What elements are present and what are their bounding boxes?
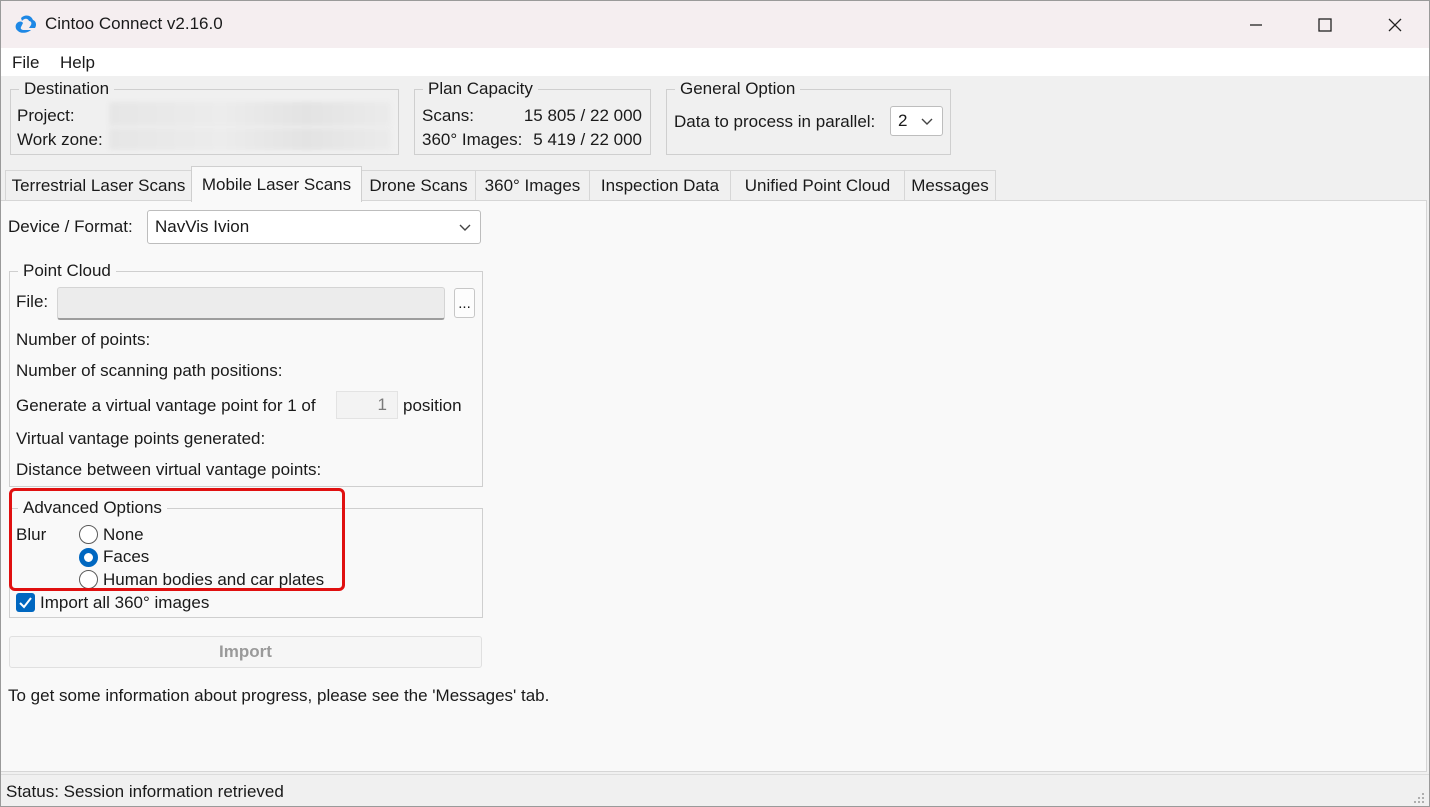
- tab-label: 360° Images: [484, 176, 581, 195]
- generate-prefix-label: Generate a virtual vantage point for 1 o…: [16, 396, 316, 415]
- vantage-step-input[interactable]: 1: [336, 391, 398, 419]
- num-positions-label: Number of scanning path positions:: [16, 361, 283, 380]
- scans-label: Scans:: [422, 106, 474, 125]
- maximize-icon: [1318, 17, 1332, 32]
- device-format-label: Device / Format:: [8, 217, 133, 236]
- tab-360-images[interactable]: 360° Images: [475, 170, 590, 201]
- tab-label: Drone Scans: [369, 176, 468, 195]
- minimize-icon: [1250, 23, 1262, 26]
- generated-label: Virtual vantage points generated:: [16, 429, 266, 448]
- window-title: Cintoo Connect v2.16.0: [45, 14, 223, 33]
- general-option-title: General Option: [675, 79, 801, 99]
- close-button[interactable]: [1360, 1, 1429, 48]
- point-cloud-group: Point Cloud File: ... Number of points: …: [9, 261, 483, 487]
- point-cloud-title: Point Cloud: [18, 261, 116, 281]
- resize-grip-icon[interactable]: [1413, 792, 1425, 804]
- tab-label: Mobile Laser Scans: [201, 174, 352, 194]
- parallel-value: 2: [898, 111, 908, 130]
- progress-info-text: To get some information about progress, …: [8, 686, 550, 705]
- tab-drone-scans[interactable]: Drone Scans: [361, 170, 476, 201]
- plan-capacity-group: Plan Capacity Scans: 15 805 / 22 000 360…: [414, 79, 651, 155]
- browse-button[interactable]: ...: [454, 288, 475, 318]
- checkmark-icon: [19, 597, 32, 609]
- mobile-laser-scans-panel: Device / Format: NavVis Ivion Point Clou…: [1, 200, 1427, 772]
- maximize-button[interactable]: [1290, 1, 1360, 48]
- chevron-down-icon: [459, 224, 471, 231]
- tab-label: Inspection Data: [600, 176, 720, 195]
- status-text: Status: Session information retrieved: [6, 782, 284, 801]
- title-bar: Cintoo Connect v2.16.0: [1, 1, 1429, 48]
- project-value-redacted: [109, 102, 391, 126]
- destination-title: Destination: [19, 79, 115, 99]
- file-label: File:: [16, 292, 49, 311]
- images-label: 360° Images:: [422, 130, 523, 149]
- num-points-label: Number of points:: [16, 330, 151, 349]
- menu-help[interactable]: Help: [60, 53, 95, 73]
- minimize-button[interactable]: [1221, 1, 1291, 48]
- tab-unified-point-cloud[interactable]: Unified Point Cloud: [730, 170, 905, 201]
- app-window: Cintoo Connect v2.16.0 File Help Destina…: [0, 0, 1430, 807]
- device-format-value: NavVis Ivion: [155, 217, 250, 236]
- highlight-annotation: [9, 488, 345, 591]
- generate-suffix-label: position: [403, 396, 462, 415]
- import-button[interactable]: Import: [9, 636, 482, 668]
- tab-label: Messages: [911, 176, 989, 195]
- general-option-group: General Option Data to process in parall…: [666, 79, 951, 155]
- cintoo-logo-icon: [15, 15, 37, 33]
- parallel-select[interactable]: 2: [890, 106, 943, 136]
- close-icon: [1388, 18, 1402, 31]
- distance-label: Distance between virtual vantage points:: [16, 460, 322, 479]
- menu-bar: File Help: [1, 48, 1429, 76]
- file-path-input[interactable]: [57, 287, 445, 320]
- tab-inspection-data[interactable]: Inspection Data: [589, 170, 731, 201]
- import-all-360-checkbox[interactable]: [16, 593, 35, 612]
- status-bar: Status: Session information retrieved: [1, 774, 1429, 806]
- tab-messages[interactable]: Messages: [904, 170, 996, 201]
- tab-label: Terrestrial Laser Scans: [11, 176, 186, 195]
- plan-capacity-title: Plan Capacity: [423, 79, 538, 99]
- import-all-360-label[interactable]: Import all 360° images: [40, 593, 209, 613]
- tab-label: Unified Point Cloud: [744, 176, 891, 195]
- images-value: 5 419 / 22 000: [533, 130, 642, 149]
- tab-mobile-laser-scans[interactable]: Mobile Laser Scans: [191, 166, 362, 202]
- scans-value: 15 805 / 22 000: [523, 106, 642, 125]
- menu-file[interactable]: File: [12, 53, 39, 73]
- work-zone-label: Work zone:: [17, 130, 103, 149]
- destination-group: Destination Project: Work zone:: [10, 79, 399, 155]
- tab-terrestrial-laser-scans[interactable]: Terrestrial Laser Scans: [5, 170, 192, 201]
- project-label: Project:: [17, 106, 75, 125]
- device-format-select[interactable]: NavVis Ivion: [147, 210, 481, 244]
- parallel-label: Data to process in parallel:: [674, 112, 876, 131]
- chevron-down-icon: [921, 118, 933, 125]
- work-zone-value-redacted: [109, 128, 391, 150]
